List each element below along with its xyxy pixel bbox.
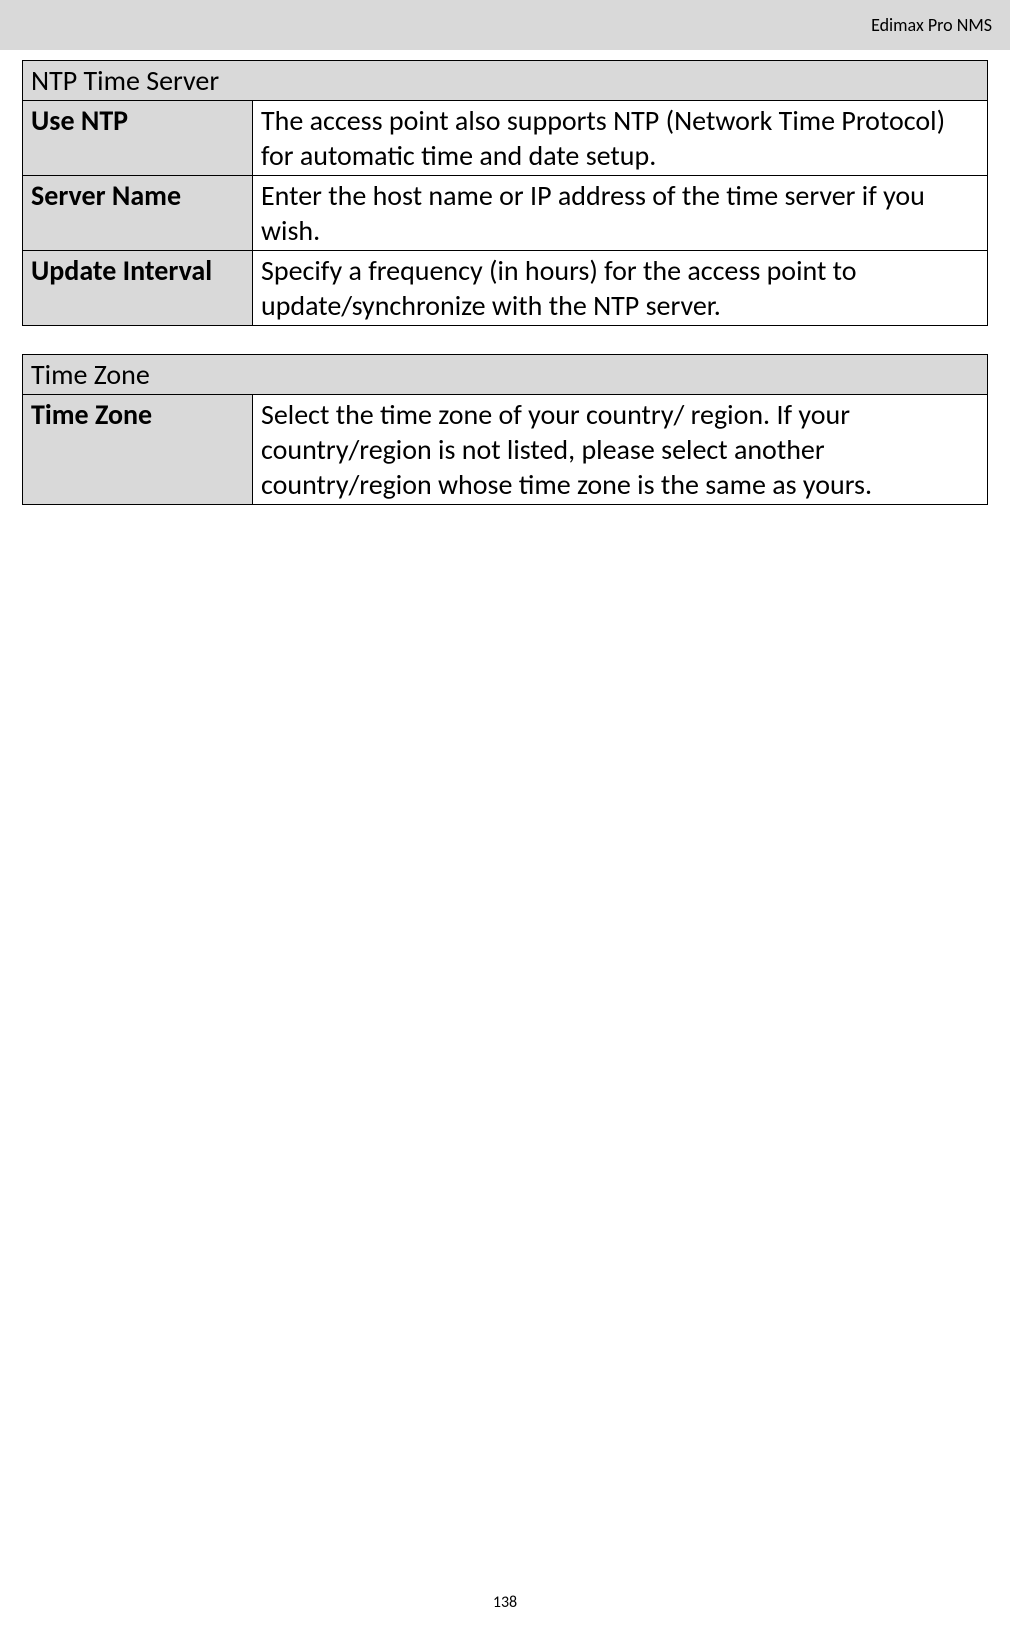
document-header: Edimax Pro NMS (871, 14, 992, 36)
page-content: NTP Time Server Use NTP The access point… (0, 50, 1010, 505)
top-bar (0, 0, 1010, 50)
row-value: Select the time zone of your country/ re… (253, 395, 988, 505)
ntp-time-server-table: NTP Time Server Use NTP The access point… (22, 60, 988, 326)
row-label: Server Name (23, 176, 253, 251)
table-row: Time Zone Select the time zone of your c… (23, 395, 988, 505)
row-label: Time Zone (23, 395, 253, 505)
page-number: 138 (0, 1593, 1010, 1612)
ntp-section-header: NTP Time Server (23, 61, 988, 101)
table-row: Use NTP The access point also supports N… (23, 101, 988, 176)
time-zone-table: Time Zone Time Zone Select the time zone… (22, 354, 988, 505)
row-value: Specify a frequency (in hours) for the a… (253, 251, 988, 326)
table-row: Server Name Enter the host name or IP ad… (23, 176, 988, 251)
row-value: The access point also supports NTP (Netw… (253, 101, 988, 176)
tz-section-header: Time Zone (23, 355, 988, 395)
row-label: Update Interval (23, 251, 253, 326)
table-row: Update Interval Specify a frequency (in … (23, 251, 988, 326)
row-value: Enter the host name or IP address of the… (253, 176, 988, 251)
row-label: Use NTP (23, 101, 253, 176)
